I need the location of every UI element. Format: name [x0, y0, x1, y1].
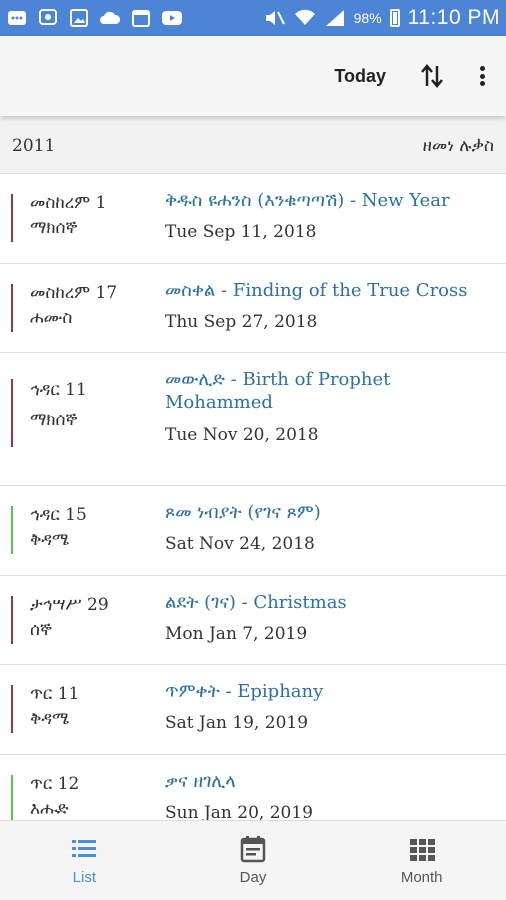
fast-marker: [11, 506, 13, 554]
holiday-marker: [11, 379, 13, 447]
gregorian-date: Tue Nov 20, 2018: [165, 425, 319, 445]
event-title: ጾመ ነብያት (የገና ጾም): [165, 502, 321, 523]
battery-percent: 98%: [353, 10, 382, 26]
chat-icon: [6, 9, 28, 27]
ethiopian-date: ኅዳር 15: [30, 505, 87, 525]
gregorian-date: Thu Sep 27, 2018: [165, 311, 318, 332]
nav-month-label: Month: [400, 869, 443, 886]
sort-icon[interactable]: [420, 62, 444, 90]
gregorian-date: Sat Jan 19, 2019: [165, 713, 309, 733]
bottom-navigation: List Day Month: [0, 820, 506, 900]
nav-month[interactable]: Month: [337, 821, 506, 900]
gallery-icon: [68, 9, 90, 27]
list-item[interactable]: ጥር 11 ቅዳሜ ጥምቀት - Epiphany Sat Jan 19, 20…: [0, 665, 506, 755]
holiday-marker: [11, 685, 13, 733]
nav-list[interactable]: List: [0, 821, 169, 900]
ethiopian-weekday: ቅዳሜ: [30, 530, 70, 550]
event-title: መውሊድ - Birth of Prophet Mohammed: [165, 369, 391, 413]
mute-icon: [264, 9, 286, 27]
event-title: ጥምቀት - Epiphany: [165, 681, 324, 702]
status-bar: 98% 11:10 PM: [0, 0, 506, 36]
ethiopian-weekday: ሰኞ: [30, 619, 52, 640]
event-title: ቅዱስ ዩሐንስ (እንቁጣጣሽ) - New Year: [165, 190, 450, 211]
calendar-day-icon: [240, 836, 266, 863]
ethiopian-date: መስከረም 17: [30, 282, 118, 303]
event-title: ልደት (ገና) - Christmas: [165, 591, 347, 613]
youtube-icon: [161, 9, 183, 27]
list-item[interactable]: መስከረም 17 ሐሙስ መስቀል - Finding of the True …: [0, 264, 506, 353]
nav-day[interactable]: Day: [169, 821, 338, 900]
wifi-icon: [294, 9, 316, 27]
ethiopian-date: ጥር 11: [30, 684, 80, 704]
event-title: መስቀል - Finding of the True Cross: [165, 279, 468, 301]
gregorian-date: Mon Jan 7, 2019: [165, 623, 308, 644]
cloud-icon: [99, 9, 121, 27]
ethiopian-date: መስከረም 1: [30, 193, 107, 213]
holiday-marker: [11, 595, 13, 644]
ethiopian-weekday: እሑድ: [30, 798, 69, 819]
list-item[interactable]: ኅዳር 11 ማክሰኞ መውሊድ - Birth of Prophet Moha…: [0, 353, 506, 486]
app-toolbar: Today: [0, 36, 506, 116]
ethiopian-date: ጥር 12: [30, 773, 80, 794]
list-item[interactable]: ታኅሣሥ 29 ሰኞ ልደት (ገና) - Christmas Mon Jan …: [0, 576, 506, 665]
year-header: 2011 ዘመነ ሉቃስ: [0, 118, 506, 174]
ethiopian-date: ኅዳር 11: [30, 380, 87, 400]
ethiopian-weekday: ቅዳሜ: [30, 709, 70, 729]
ethiopian-date: ታኅሣሥ 29: [30, 594, 109, 615]
list-icon: [72, 840, 97, 857]
fast-marker: [11, 774, 13, 823]
holiday-marker: [11, 283, 13, 332]
calendar-icon: [130, 9, 152, 27]
list-item[interactable]: ኅዳር 15 ቅዳሜ ጾመ ነብያት (የገና ጾም) Sat Nov 24, …: [0, 486, 506, 576]
nav-day-label: Day: [239, 869, 267, 886]
ethiopian-weekday: ሐሙስ: [30, 307, 73, 328]
today-button[interactable]: Today: [334, 66, 386, 87]
messenger-icon: [37, 9, 59, 27]
nav-list-label: List: [72, 869, 96, 886]
ethiopian-weekday: ማክሰኞ: [30, 218, 78, 238]
list-item[interactable]: መስከረም 1 ማክሰኞ ቅዱስ ዩሐንስ (እንቁጣጣሽ) - New Yea…: [0, 174, 506, 264]
signal-icon: [324, 9, 346, 27]
gregorian-date: Sat Nov 24, 2018: [165, 534, 315, 554]
gregorian-date: Tue Sep 11, 2018: [165, 222, 317, 242]
year-label: 2011: [12, 135, 56, 156]
event-title: ቃና ዘገሊላ: [165, 770, 236, 792]
evangelist-year-label: ዘመነ ሉቃስ: [422, 135, 494, 156]
holiday-marker: [11, 194, 13, 242]
battery-icon: [389, 9, 400, 27]
more-vert-icon[interactable]: [478, 64, 486, 88]
clock-time: 11:10 PM: [407, 6, 500, 29]
ethiopian-weekday: ማክሰኞ: [30, 410, 78, 430]
grid-icon: [409, 839, 435, 861]
events-list: መስከረም 1 ማክሰኞ ቅዱስ ዩሐንስ (እንቁጣጣሽ) - New Yea…: [0, 174, 506, 844]
